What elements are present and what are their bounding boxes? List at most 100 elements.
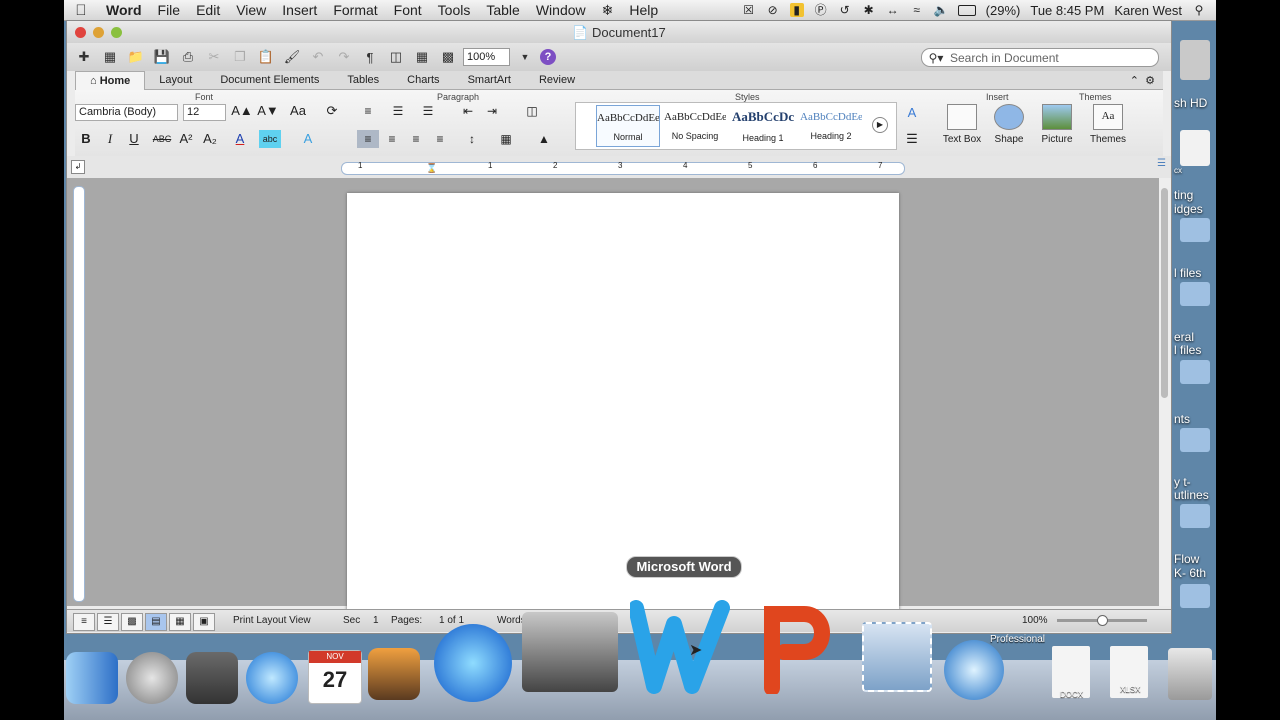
style-normal[interactable]: AaBbCcDdEe Normal <box>596 105 660 147</box>
show-formatting-icon[interactable]: ¶ <box>359 47 381 67</box>
highlight-icon[interactable]: abc <box>259 130 281 148</box>
media-browser-icon[interactable]: ▩ <box>437 47 459 67</box>
align-center-icon[interactable]: ≡ <box>381 130 403 148</box>
menu-user[interactable]: Karen West <box>1114 3 1182 18</box>
subscript-icon[interactable]: A₂ <box>199 130 221 148</box>
safari-icon[interactable] <box>246 652 298 704</box>
horizontal-ruler[interactable]: 1 ⌛ 1 2 3 4 5 6 7 <box>341 161 905 175</box>
insert-picture[interactable]: Picture <box>1035 104 1079 145</box>
desktop-label[interactable]: y t- <box>1174 475 1191 489</box>
notes-status-icon[interactable]: ▮ <box>789 3 804 17</box>
apple-menu-icon[interactable]:  <box>64 2 98 19</box>
font-name-box[interactable]: Cambria (Body) <box>75 104 178 121</box>
styles-pane-icon[interactable]: ☰ <box>901 130 923 148</box>
document-file-icon[interactable] <box>1180 130 1210 166</box>
system-preferences-icon[interactable] <box>522 612 618 692</box>
iphoto-frame-icon[interactable] <box>186 652 238 704</box>
paste-icon[interactable]: 📋 <box>255 47 277 67</box>
ical-icon[interactable]: NOV 27 <box>308 650 362 704</box>
quicktime-icon[interactable] <box>944 640 1004 700</box>
tab-review[interactable]: Review <box>525 71 589 89</box>
columns-icon[interactable]: ◫ <box>521 102 543 120</box>
folder-icon[interactable] <box>1180 218 1210 242</box>
microsoft-powerpoint-icon[interactable] <box>754 600 838 696</box>
bluetooth-icon[interactable]: ✱ <box>862 3 876 17</box>
line-spacing-icon[interactable]: ↕ <box>461 130 483 148</box>
desktop-label[interactable]: l files <box>1174 266 1201 280</box>
vertical-ruler[interactable] <box>73 186 85 602</box>
document-page[interactable] <box>347 193 899 613</box>
cut-icon[interactable]: ✂ <box>203 47 225 67</box>
borders-icon[interactable]: ▦ <box>495 130 517 148</box>
font-size-box[interactable]: 12 <box>183 104 226 121</box>
sidebar-icon[interactable]: ◫ <box>385 47 407 67</box>
volume-icon[interactable]: 🔈 <box>934 3 949 17</box>
justify-icon[interactable]: ≡ <box>429 130 451 148</box>
vertical-scrollbar[interactable] <box>1159 178 1171 606</box>
battery-icon[interactable] <box>957 4 976 16</box>
style-heading-2[interactable]: AaBbCcDdEe Heading 2 <box>800 105 862 145</box>
desktop-label[interactable]: cx <box>1174 166 1182 175</box>
split-view-icon[interactable]: ☰ <box>1157 158 1167 169</box>
accessibility-icon[interactable]: Ⓟ <box>814 3 828 17</box>
style-heading-1[interactable]: AaBbCcDc Heading 1 <box>732 105 794 145</box>
change-case-icon[interactable]: Aa <box>287 102 309 120</box>
menu-table[interactable]: Table <box>478 2 527 18</box>
underline-icon[interactable]: U <box>123 130 145 148</box>
redo-icon[interactable]: ↷ <box>333 47 355 67</box>
new-document-icon[interactable]: ✚ <box>73 47 95 67</box>
numbering-icon[interactable]: ☰ <box>387 102 409 120</box>
menu-view[interactable]: View <box>228 2 274 18</box>
tab-document-elements[interactable]: Document Elements <box>206 71 333 89</box>
desktop-label[interactable]: Flow <box>1174 552 1199 566</box>
styles-next-icon[interactable]: ▶ <box>872 117 888 133</box>
tab-tables[interactable]: Tables <box>333 71 393 89</box>
toolbox-icon[interactable]: ▦ <box>411 47 433 67</box>
desktop-label[interactable]: K- 6th <box>1174 566 1206 580</box>
clear-formatting-icon[interactable]: ⟳ <box>321 102 343 120</box>
gallery-icon[interactable]: ▦ <box>99 47 121 67</box>
text-effects-icon[interactable]: A <box>297 130 319 148</box>
launchpad-icon[interactable] <box>126 652 178 704</box>
search-placeholder[interactable]: Search in Document <box>950 51 1059 65</box>
multilevel-list-icon[interactable]: ☰ <box>417 102 439 120</box>
folder-icon[interactable] <box>1180 282 1210 306</box>
time-machine-icon[interactable]: ↺ <box>838 3 852 17</box>
insert-shape[interactable]: Shape <box>989 104 1029 145</box>
desktop-label[interactable]: eral <box>1174 330 1194 344</box>
menu-edit[interactable]: Edit <box>188 2 228 18</box>
scrollbar-thumb[interactable] <box>1161 188 1168 398</box>
indent-marker-icon[interactable]: ⌛ <box>426 163 437 174</box>
script-menu-icon[interactable]: ❄ <box>594 2 622 19</box>
tab-charts[interactable]: Charts <box>393 71 453 89</box>
open-folder-icon[interactable]: 📁 <box>125 47 147 67</box>
itunes-icon[interactable] <box>434 624 512 702</box>
zoom-field[interactable]: 100% <box>463 48 510 66</box>
microsoft-word-icon[interactable] <box>628 600 734 694</box>
strikethrough-icon[interactable]: ABC <box>151 130 173 148</box>
desktop-label[interactable]: sh HD <box>1174 96 1207 110</box>
tab-home[interactable]: ⌂ Home <box>75 70 146 90</box>
desktop-label[interactable]: nts <box>1174 412 1190 426</box>
close-box-status-icon[interactable]: ☒ <box>742 3 756 17</box>
style-no-spacing[interactable]: AaBbCcDdEe No Spacing <box>664 105 726 145</box>
shading-icon[interactable]: ▲ <box>533 130 555 148</box>
themes-button[interactable]: Aa Themes <box>1085 104 1131 145</box>
superscript-icon[interactable]: A² <box>175 130 197 148</box>
no-entry-status-icon[interactable]: ⊘ <box>766 3 780 17</box>
menu-clock[interactable]: Tue 8:45 PM <box>1030 3 1104 18</box>
menu-app-name[interactable]: Word <box>98 2 150 18</box>
folder-icon[interactable] <box>1180 428 1210 452</box>
format-painter-icon[interactable]: 🖌 <box>281 47 303 67</box>
trash-icon[interactable] <box>1168 648 1212 700</box>
menu-help[interactable]: Help <box>621 2 666 18</box>
menu-font[interactable]: Font <box>386 2 430 18</box>
help-icon[interactable]: ? <box>540 49 556 65</box>
menu-tools[interactable]: Tools <box>430 2 479 18</box>
zoom-dropdown-icon[interactable]: ▼ <box>514 47 536 67</box>
desktop-label[interactable]: utlines <box>1174 488 1209 502</box>
ribbon-settings-icon[interactable]: ⚙ <box>1145 75 1155 87</box>
title-bar[interactable]: 📄 Document17 <box>67 21 1171 43</box>
search-field[interactable]: ⚲▾ Search in Document <box>921 48 1159 67</box>
wifi-icon[interactable]: ≈ <box>910 3 924 17</box>
